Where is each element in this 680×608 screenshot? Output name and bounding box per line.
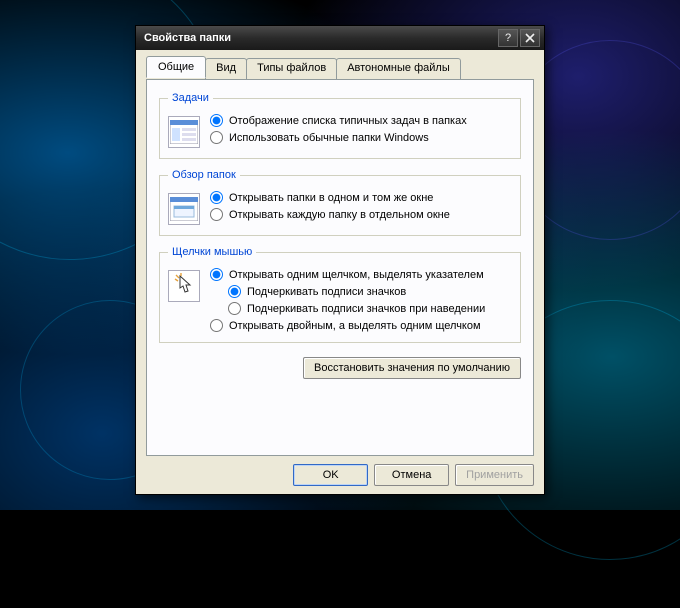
group-legend: Задачи [168, 92, 213, 104]
radio-label: Открывать каждую папку в отдельном окне [229, 209, 450, 221]
dialog-footer: OK Отмена Применить [146, 456, 534, 488]
radio-single-click[interactable] [210, 268, 223, 281]
tab-label: Типы файлов [257, 62, 326, 74]
radio-double-click[interactable] [210, 319, 223, 332]
click-icon [168, 270, 200, 302]
radio-same-window[interactable] [210, 191, 223, 204]
tab-offline[interactable]: Автономные файлы [336, 58, 461, 79]
radio-label: Открывать одним щелчком, выделять указат… [229, 269, 484, 281]
titlebar[interactable]: Свойства папки ? [136, 26, 544, 50]
tab-view[interactable]: Вид [205, 58, 247, 79]
radio-underline-hover[interactable] [228, 302, 241, 315]
tasks-icon [168, 116, 200, 148]
tab-label: Вид [216, 62, 236, 74]
radio-label: Подчеркивать подписи значков при наведен… [247, 303, 485, 315]
cancel-button[interactable]: Отмена [374, 464, 449, 486]
radio-label: Подчеркивать подписи значков [247, 286, 406, 298]
restore-defaults-button[interactable]: Восстановить значения по умолчанию [303, 357, 521, 379]
ok-button[interactable]: OK [293, 464, 368, 486]
svg-text:?: ? [505, 33, 511, 43]
tab-filetypes[interactable]: Типы файлов [246, 58, 337, 79]
group-click: Щелчки мышью Открывать одним щелчком, вы… [159, 246, 521, 343]
radio-label: Открывать двойным, а выделять одним щелч… [229, 320, 481, 332]
group-tasks: Задачи [159, 92, 521, 159]
help-button[interactable]: ? [498, 29, 518, 47]
radio-label: Использовать обычные папки Windows [229, 132, 429, 144]
tabstrip: Общие Вид Типы файлов Автономные файлы [146, 58, 534, 79]
tab-label: Общие [158, 61, 194, 73]
tab-general[interactable]: Общие [146, 56, 206, 78]
tab-label: Автономные файлы [347, 62, 450, 74]
radio-new-window[interactable] [210, 208, 223, 221]
close-button[interactable] [520, 29, 540, 47]
apply-button[interactable]: Применить [455, 464, 534, 486]
folder-options-window: Свойства папки ? Общие Вид Типы файлов А… [135, 25, 545, 495]
client-area: Общие Вид Типы файлов Автономные файлы З… [136, 50, 544, 494]
radio-label: Отображение списка типичных задач в папк… [229, 115, 467, 127]
group-legend: Обзор папок [168, 169, 240, 181]
radio-classic-folders[interactable] [210, 131, 223, 144]
radio-label: Открывать папки в одном и том же окне [229, 192, 433, 204]
window-title: Свойства папки [144, 32, 496, 44]
browse-icon [168, 193, 200, 225]
radio-underline-always[interactable] [228, 285, 241, 298]
radio-show-task-list[interactable] [210, 114, 223, 127]
tab-page-general: Задачи [146, 79, 534, 456]
group-browse: Обзор папок Открывать папки в [159, 169, 521, 236]
group-legend: Щелчки мышью [168, 246, 256, 258]
